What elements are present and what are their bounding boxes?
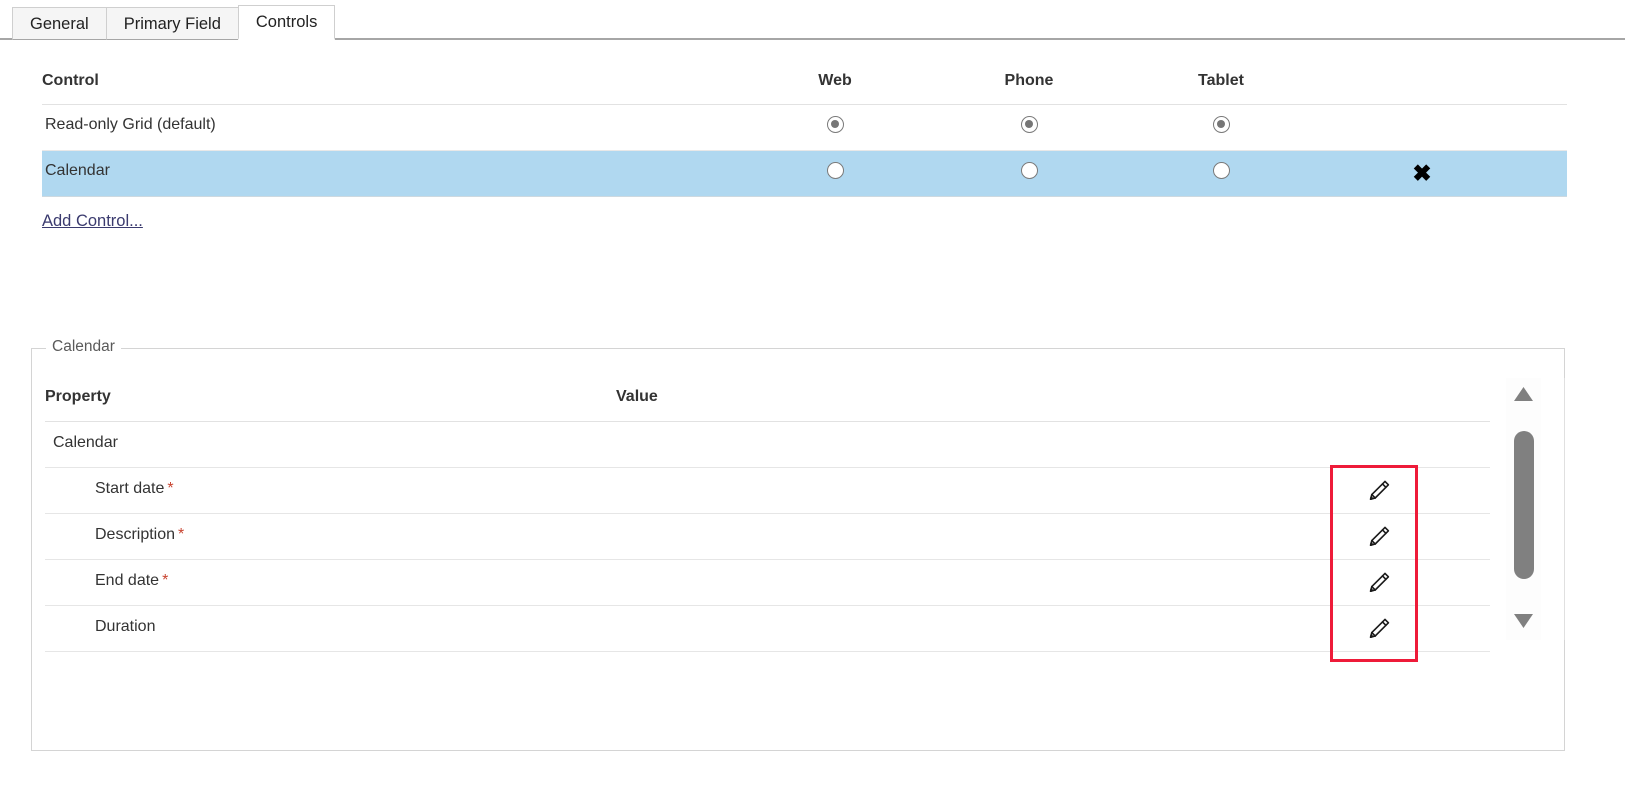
calendar-properties-fieldset: Calendar Property Value Calendar Start d…: [31, 338, 1565, 751]
radio-cell-phone: [969, 116, 1089, 134]
scroll-up-button[interactable]: [1509, 383, 1538, 405]
property-label: End date: [95, 572, 160, 589]
radio-cell-web: [775, 116, 895, 134]
add-control-link[interactable]: Add Control...: [42, 212, 143, 231]
properties-scroll-divider: [1564, 378, 1565, 640]
property-name: End date *: [95, 572, 168, 590]
column-header-value: Value: [616, 388, 658, 405]
column-header-control: Control: [42, 72, 99, 89]
table-row[interactable]: Read-only Grid (default): [42, 105, 1567, 151]
column-header-web: Web: [818, 72, 852, 89]
tab-controls[interactable]: Controls: [237, 5, 336, 40]
properties-scrollbar[interactable]: [1506, 378, 1541, 640]
fieldset-legend: Calendar: [46, 338, 121, 356]
pencil-icon: [1369, 572, 1390, 592]
controls-table: Control Web Phone Tablet Read-only Grid …: [42, 70, 1567, 197]
property-label: Calendar: [53, 434, 118, 451]
radio-cell-tablet: [1161, 116, 1281, 134]
pencil-icon: [1369, 480, 1390, 500]
table-row[interactable]: Calendar: [45, 422, 1490, 468]
edit-property-button[interactable]: [1357, 477, 1403, 507]
radio-tablet-readonly-grid[interactable]: [1212, 116, 1230, 134]
properties-table: Property Value Calendar Start date * Des…: [45, 388, 1490, 652]
radio-web-calendar[interactable]: [826, 162, 844, 180]
required-marker: *: [162, 572, 169, 589]
radio-web-readonly-grid[interactable]: [826, 116, 844, 134]
tab-list: General Primary Field Controls: [12, 0, 336, 40]
column-header-property: Property: [45, 388, 111, 405]
control-name: Read-only Grid (default): [45, 116, 216, 133]
table-row[interactable]: Duration: [45, 606, 1490, 652]
table-row[interactable]: Description *: [45, 514, 1490, 560]
property-label: Description: [95, 526, 176, 543]
radio-cell-tablet: [1161, 162, 1281, 180]
pencil-icon: [1369, 526, 1390, 546]
table-row[interactable]: End date *: [45, 560, 1490, 606]
property-label: Start date: [95, 480, 165, 497]
column-header-tablet: Tablet: [1198, 72, 1244, 89]
property-name: Duration: [95, 618, 155, 636]
property-label: Duration: [95, 618, 156, 635]
radio-cell-web: [775, 162, 895, 180]
tab-primary-field[interactable]: Primary Field: [105, 7, 239, 40]
radio-cell-phone: [969, 162, 1089, 180]
table-row[interactable]: Calendar ✖: [42, 151, 1567, 197]
edit-property-button[interactable]: [1357, 523, 1403, 553]
pencil-icon: [1369, 618, 1390, 638]
radio-phone-calendar[interactable]: [1020, 162, 1038, 180]
control-name: Calendar: [45, 162, 110, 179]
tab-general[interactable]: General: [12, 7, 107, 40]
controls-table-header: Control Web Phone Tablet: [42, 70, 1567, 105]
edit-property-button[interactable]: [1357, 569, 1403, 599]
properties-table-header: Property Value: [45, 388, 1490, 422]
property-name: Calendar: [53, 434, 118, 452]
radio-phone-readonly-grid[interactable]: [1020, 116, 1038, 134]
scroll-down-button[interactable]: [1509, 610, 1538, 632]
edit-property-button[interactable]: [1357, 615, 1403, 645]
scroll-thumb[interactable]: [1514, 431, 1534, 579]
radio-tablet-calendar[interactable]: [1212, 162, 1230, 180]
triangle-up-icon: [1514, 387, 1533, 401]
property-name: Start date *: [95, 480, 174, 498]
table-row[interactable]: Start date *: [45, 468, 1490, 514]
tab-strip: General Primary Field Controls: [0, 0, 1625, 40]
required-marker: *: [167, 480, 174, 497]
property-name: Description *: [95, 526, 184, 544]
delete-control-icon[interactable]: ✖: [1402, 157, 1442, 189]
required-marker: *: [178, 526, 185, 543]
triangle-down-icon: [1514, 614, 1533, 628]
column-header-phone: Phone: [1004, 72, 1054, 89]
